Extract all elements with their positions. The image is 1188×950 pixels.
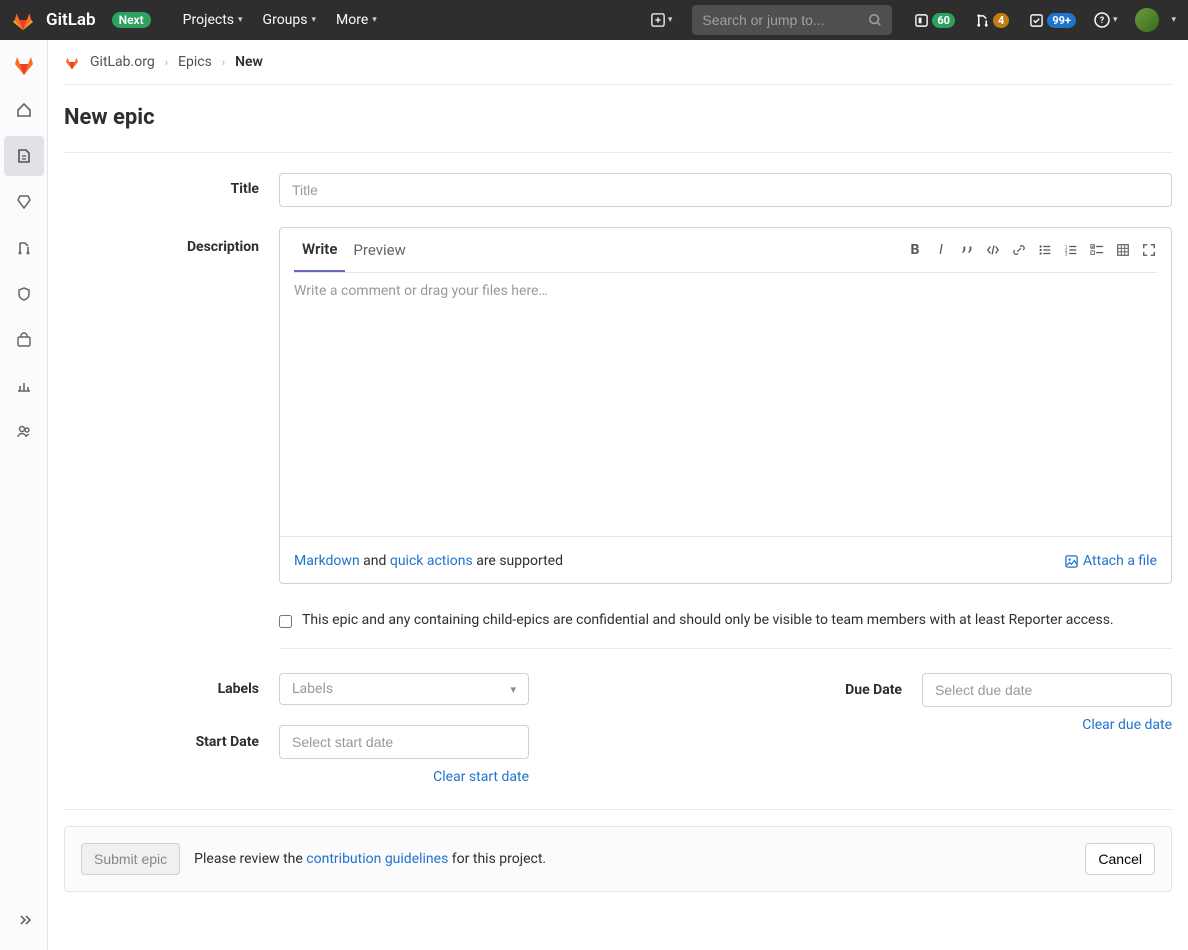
- markdown-link[interactable]: Markdown: [294, 553, 360, 569]
- sidebar-expand-icon[interactable]: [4, 900, 44, 940]
- gitlab-logo-icon[interactable]: [12, 9, 34, 31]
- code-icon[interactable]: [985, 242, 1001, 258]
- sidebar-security-icon[interactable]: [4, 274, 44, 314]
- nav-groups[interactable]: Groups▾: [255, 6, 324, 34]
- search-input[interactable]: [702, 12, 868, 28]
- labels-label: Labels: [64, 681, 279, 697]
- next-badge[interactable]: Next: [112, 12, 151, 28]
- confidential-row: This epic and any containing child-epics…: [279, 604, 1172, 649]
- svg-text:?: ?: [1100, 16, 1105, 26]
- start-date-input[interactable]: [279, 725, 529, 759]
- table-icon[interactable]: [1115, 242, 1131, 258]
- main-content: GitLab.org › Epics › New New epic Title …: [48, 40, 1188, 950]
- group-logo-icon[interactable]: [12, 52, 36, 76]
- clear-start-date-link[interactable]: Clear start date: [433, 769, 529, 785]
- due-date-label: Due Date: [845, 682, 922, 698]
- nav-projects[interactable]: Projects▾: [175, 6, 251, 34]
- chevron-down-icon: ▾: [510, 683, 516, 696]
- help-button[interactable]: ? ▾: [1090, 8, 1122, 32]
- editor-footer: Markdown and quick actions are supported…: [280, 536, 1171, 583]
- description-textarea[interactable]: [294, 272, 1157, 532]
- fullscreen-icon[interactable]: [1141, 242, 1157, 258]
- submit-button[interactable]: Submit epic: [81, 843, 180, 875]
- svg-text:3: 3: [1065, 252, 1068, 257]
- checklist-icon[interactable]: [1089, 242, 1105, 258]
- sidebar-members-icon[interactable]: [4, 412, 44, 452]
- form-footer: Submit epic Please review the contributi…: [64, 826, 1172, 892]
- title-input[interactable]: [279, 173, 1172, 207]
- nav-more[interactable]: More▾: [328, 6, 385, 34]
- issues-counter[interactable]: 60: [908, 13, 961, 28]
- breadcrumb-current: New: [235, 54, 263, 70]
- sidebar-packages-icon[interactable]: [4, 320, 44, 360]
- confidential-checkbox[interactable]: [279, 615, 292, 628]
- breadcrumb: GitLab.org › Epics › New: [64, 40, 1172, 85]
- user-menu-caret[interactable]: ▾: [1171, 15, 1176, 25]
- bullet-list-icon[interactable]: [1037, 242, 1053, 258]
- quick-actions-link[interactable]: quick actions: [390, 553, 473, 569]
- breadcrumb-group[interactable]: GitLab.org: [90, 54, 155, 70]
- brand-text: GitLab: [46, 10, 96, 30]
- sidebar-overview-icon[interactable]: [4, 90, 44, 130]
- description-field-block: Description Write Preview B I 123: [64, 227, 1172, 604]
- tab-preview[interactable]: Preview: [345, 229, 413, 271]
- cancel-button[interactable]: Cancel: [1085, 843, 1155, 875]
- todos-counter[interactable]: 99+: [1023, 13, 1082, 28]
- tab-write[interactable]: Write: [294, 228, 345, 272]
- sidebar: [0, 40, 48, 950]
- editor-tabs: Write Preview B I 123: [280, 228, 1171, 272]
- dates-row: Labels Labels ▾ Start Date Clear start d…: [64, 649, 1172, 810]
- merge-requests-counter[interactable]: 4: [969, 13, 1015, 28]
- new-button[interactable]: ▾: [647, 9, 677, 31]
- bold-icon[interactable]: B: [907, 242, 923, 258]
- description-label: Description: [64, 227, 279, 584]
- search-icon: [868, 13, 882, 27]
- top-navbar: GitLab Next Projects▾ Groups▾ More▾ ▾ 60…: [0, 0, 1188, 40]
- italic-icon[interactable]: I: [933, 242, 949, 258]
- gitlab-logo-small-icon: [64, 54, 80, 70]
- sidebar-issues-icon[interactable]: [4, 182, 44, 222]
- clear-due-date-link[interactable]: Clear due date: [1082, 717, 1172, 733]
- image-icon: [1064, 554, 1079, 569]
- quote-icon[interactable]: [959, 242, 975, 258]
- nav-menu: Projects▾ Groups▾ More▾: [175, 6, 385, 34]
- user-avatar[interactable]: [1135, 8, 1159, 32]
- link-icon[interactable]: [1011, 242, 1027, 258]
- contribution-guidelines-link[interactable]: contribution guidelines: [306, 851, 448, 867]
- sidebar-merge-requests-icon[interactable]: [4, 228, 44, 268]
- start-date-label: Start Date: [64, 734, 279, 750]
- sidebar-epics-icon[interactable]: [4, 136, 44, 176]
- due-date-input[interactable]: [922, 673, 1172, 707]
- numbered-list-icon[interactable]: 123: [1063, 242, 1079, 258]
- editor: Write Preview B I 123: [279, 227, 1172, 584]
- attach-file-link[interactable]: Attach a file: [1064, 553, 1157, 569]
- page-title: New epic: [64, 85, 1172, 153]
- sidebar-analytics-icon[interactable]: [4, 366, 44, 406]
- confidential-label: This epic and any containing child-epics…: [302, 612, 1114, 628]
- editor-toolbar: B I 123: [907, 242, 1157, 258]
- search-box[interactable]: [692, 5, 892, 35]
- breadcrumb-section[interactable]: Epics: [178, 54, 212, 70]
- title-label: Title: [64, 173, 279, 207]
- labels-dropdown[interactable]: Labels ▾: [279, 673, 529, 705]
- title-field-block: Title: [64, 153, 1172, 227]
